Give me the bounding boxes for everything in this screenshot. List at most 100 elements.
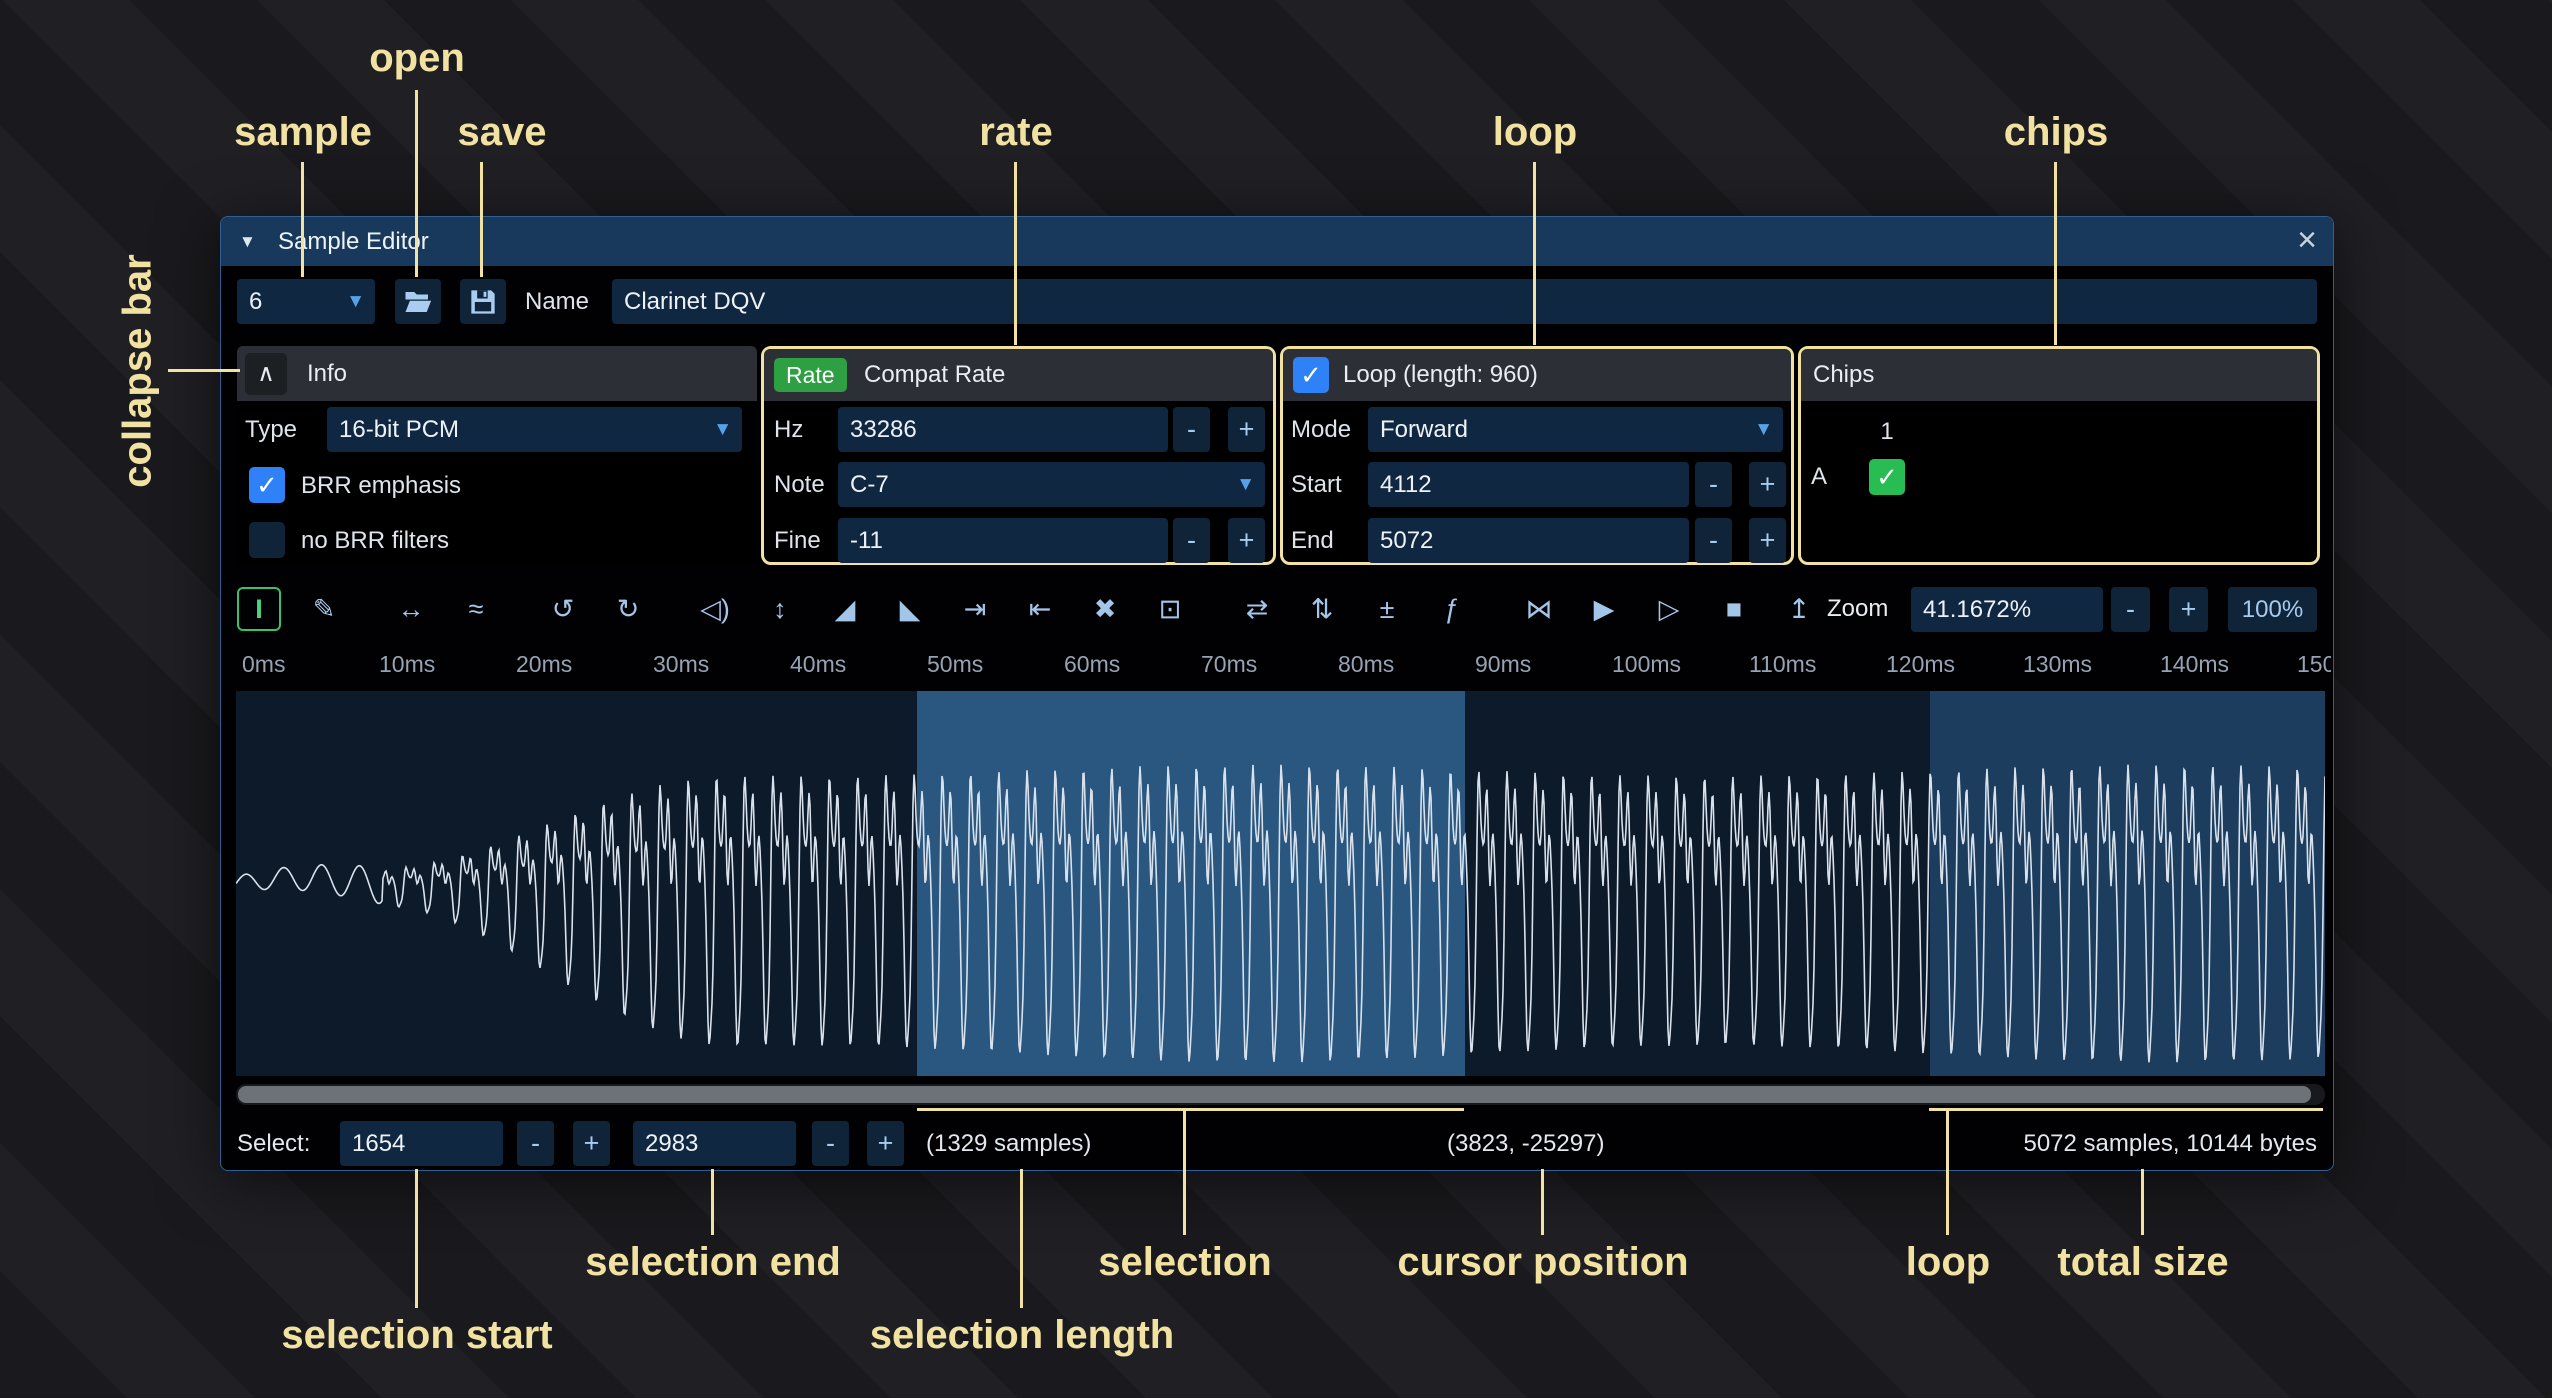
annotation-bracket-loop (1929, 1108, 2323, 1111)
edit-mode-draw-icon[interactable]: ✎ (302, 587, 346, 631)
sample-type-select[interactable]: 16-bit PCM ▼ (327, 407, 742, 452)
toolbar-group: I✎ (237, 587, 346, 631)
toolbar-group: ↔≈ (389, 587, 498, 631)
annotation-line-loop (1533, 162, 1536, 345)
sign-exchange-icon[interactable]: ± (1365, 587, 1409, 631)
zoom-input[interactable]: 41.1672% (1911, 587, 2103, 632)
insert-silence-icon[interactable]: ⇥ (953, 587, 997, 631)
trim-icon[interactable]: ⊡ (1148, 587, 1192, 631)
apply-silence-icon[interactable]: ⇤ (1018, 587, 1062, 631)
timeline-label: 80ms (1338, 651, 1394, 678)
edit-mode-select-icon[interactable]: I (237, 587, 281, 631)
rate-panel-header: Rate Compat Rate (764, 349, 1273, 401)
open-sample-button[interactable] (395, 279, 441, 324)
redo-icon[interactable]: ↻ (606, 587, 650, 631)
brr-emphasis-label: BRR emphasis (301, 463, 461, 508)
create-instrument-icon[interactable]: ↥ (1777, 587, 1821, 631)
loop-start-minus-button[interactable]: - (1695, 462, 1732, 507)
fade-in-icon[interactable]: ◢ (823, 587, 867, 631)
annotation-line-cursor-position (1541, 1169, 1544, 1235)
fine-plus-button[interactable]: + (1228, 518, 1265, 563)
waveform-scrollbar[interactable] (236, 1084, 2325, 1105)
chevron-down-icon: ▼ (1236, 462, 1255, 507)
fade-out-icon[interactable]: ◣ (888, 587, 932, 631)
annotation-chips: chips (2004, 110, 2108, 155)
mode-label: Mode (1291, 407, 1351, 452)
zoom-out-button[interactable]: - (2111, 587, 2150, 632)
timeline-label: 130ms (2023, 651, 2092, 678)
name-label: Name (525, 279, 589, 324)
fine-label: Fine (774, 518, 821, 563)
loop-end-plus-button[interactable]: + (1749, 518, 1786, 563)
chip-row-label: A (1811, 457, 1827, 497)
normalize-icon[interactable]: ↕ (758, 587, 802, 631)
selection-end-minus-button[interactable]: - (812, 1121, 849, 1166)
hz-input[interactable]: 33286 (838, 407, 1168, 452)
annotation-selection-end: selection end (585, 1240, 841, 1285)
annotation-line-chips (2054, 162, 2057, 345)
loop-end-minus-button[interactable]: - (1695, 518, 1732, 563)
loop-enable-checkbox[interactable]: ✓ (1293, 357, 1329, 393)
selection-start-plus-button[interactable]: + (573, 1121, 610, 1166)
selection-start-minus-button[interactable]: - (517, 1121, 554, 1166)
zoom-reset-button[interactable]: 100% (2228, 587, 2317, 632)
invert-icon[interactable]: ⇅ (1300, 587, 1344, 631)
timeline-label: 120ms (1886, 651, 1955, 678)
timeline-label: 40ms (790, 651, 846, 678)
chevron-down-icon: ▼ (713, 407, 732, 452)
window-collapse-icon[interactable]: ▼ (239, 217, 256, 266)
annotation-loop: loop (1493, 110, 1577, 155)
chips-panel-header: Chips (1801, 349, 2317, 401)
stop-preview-icon[interactable]: ■ (1712, 587, 1756, 631)
hz-plus-button[interactable]: + (1228, 407, 1265, 452)
loop-start-input[interactable]: 4112 (1368, 462, 1689, 507)
selection-start-input[interactable]: 1654 (340, 1121, 503, 1166)
toolbar-group: ⇄ ⇅ ± ƒ (1235, 587, 1474, 631)
resize-icon[interactable]: ↔ (389, 587, 433, 631)
annotation-line-selection-end (711, 1169, 714, 1235)
fine-input[interactable]: -11 (838, 518, 1168, 563)
waveform-view[interactable] (236, 691, 2325, 1076)
undo-icon[interactable]: ↺ (541, 587, 585, 631)
collapse-bar-button[interactable]: ∧ (245, 353, 287, 395)
close-icon[interactable]: × (2297, 217, 2317, 264)
loop-end-input[interactable]: 5072 (1368, 518, 1689, 563)
crossfade-loop-icon[interactable]: ⋈ (1517, 587, 1561, 631)
hz-label: Hz (774, 407, 803, 452)
annotation-line-sample (301, 162, 304, 277)
brr-emphasis-checkbox[interactable]: ✓ (249, 467, 285, 503)
hz-minus-button[interactable]: - (1173, 407, 1210, 452)
loop-start-plus-button[interactable]: + (1749, 462, 1786, 507)
timeline-label: 20ms (516, 651, 572, 678)
amplify-icon[interactable]: ◁) (693, 587, 737, 631)
preview-from-cursor-icon[interactable]: ▷ (1647, 587, 1691, 631)
title-bar: ▼ Sample Editor × (221, 217, 2333, 266)
loop-panel-header: ✓ Loop (length: 960) (1283, 349, 1791, 401)
loop-mode-select[interactable]: Forward ▼ (1368, 407, 1783, 452)
note-select[interactable]: C-7 ▼ (838, 462, 1265, 507)
selection-end-input[interactable]: 2983 (633, 1121, 796, 1166)
apply-filter-icon[interactable]: ƒ (1430, 587, 1474, 631)
chip-enable-checkbox[interactable]: ✓ (1869, 459, 1905, 495)
total-size-text: 5072 samples, 10144 bytes (2023, 1121, 2317, 1166)
reverse-icon[interactable]: ⇄ (1235, 587, 1279, 631)
annotation-sample: sample (234, 110, 372, 155)
no-brr-filters-checkbox[interactable] (249, 522, 285, 558)
page: open sample save rate loop chips collaps… (0, 0, 2552, 1398)
annotation-line-total-size (2141, 1169, 2144, 1235)
loop-panel: ✓ Loop (length: 960) Mode Forward ▼ Star… (1280, 346, 1794, 565)
scrollbar-thumb[interactable] (238, 1086, 2311, 1103)
preview-icon[interactable]: ▶ (1582, 587, 1626, 631)
timeline-label: 0ms (242, 651, 285, 678)
sample-editor-window: ▼ Sample Editor × 6 ▼ Name Clarinet DQV (220, 216, 2334, 1171)
resample-icon[interactable]: ≈ (454, 587, 498, 631)
zoom-in-button[interactable]: + (2169, 587, 2208, 632)
chevron-down-icon: ▼ (1754, 407, 1773, 452)
save-sample-button[interactable] (460, 279, 506, 324)
delete-icon[interactable]: ✖ (1083, 587, 1127, 631)
selection-end-plus-button[interactable]: + (867, 1121, 904, 1166)
no-brr-filters-label: no BRR filters (301, 518, 449, 563)
sample-name-input[interactable]: Clarinet DQV (612, 279, 2317, 324)
fine-minus-button[interactable]: - (1173, 518, 1210, 563)
sample-number-select[interactable]: 6 ▼ (237, 279, 375, 324)
